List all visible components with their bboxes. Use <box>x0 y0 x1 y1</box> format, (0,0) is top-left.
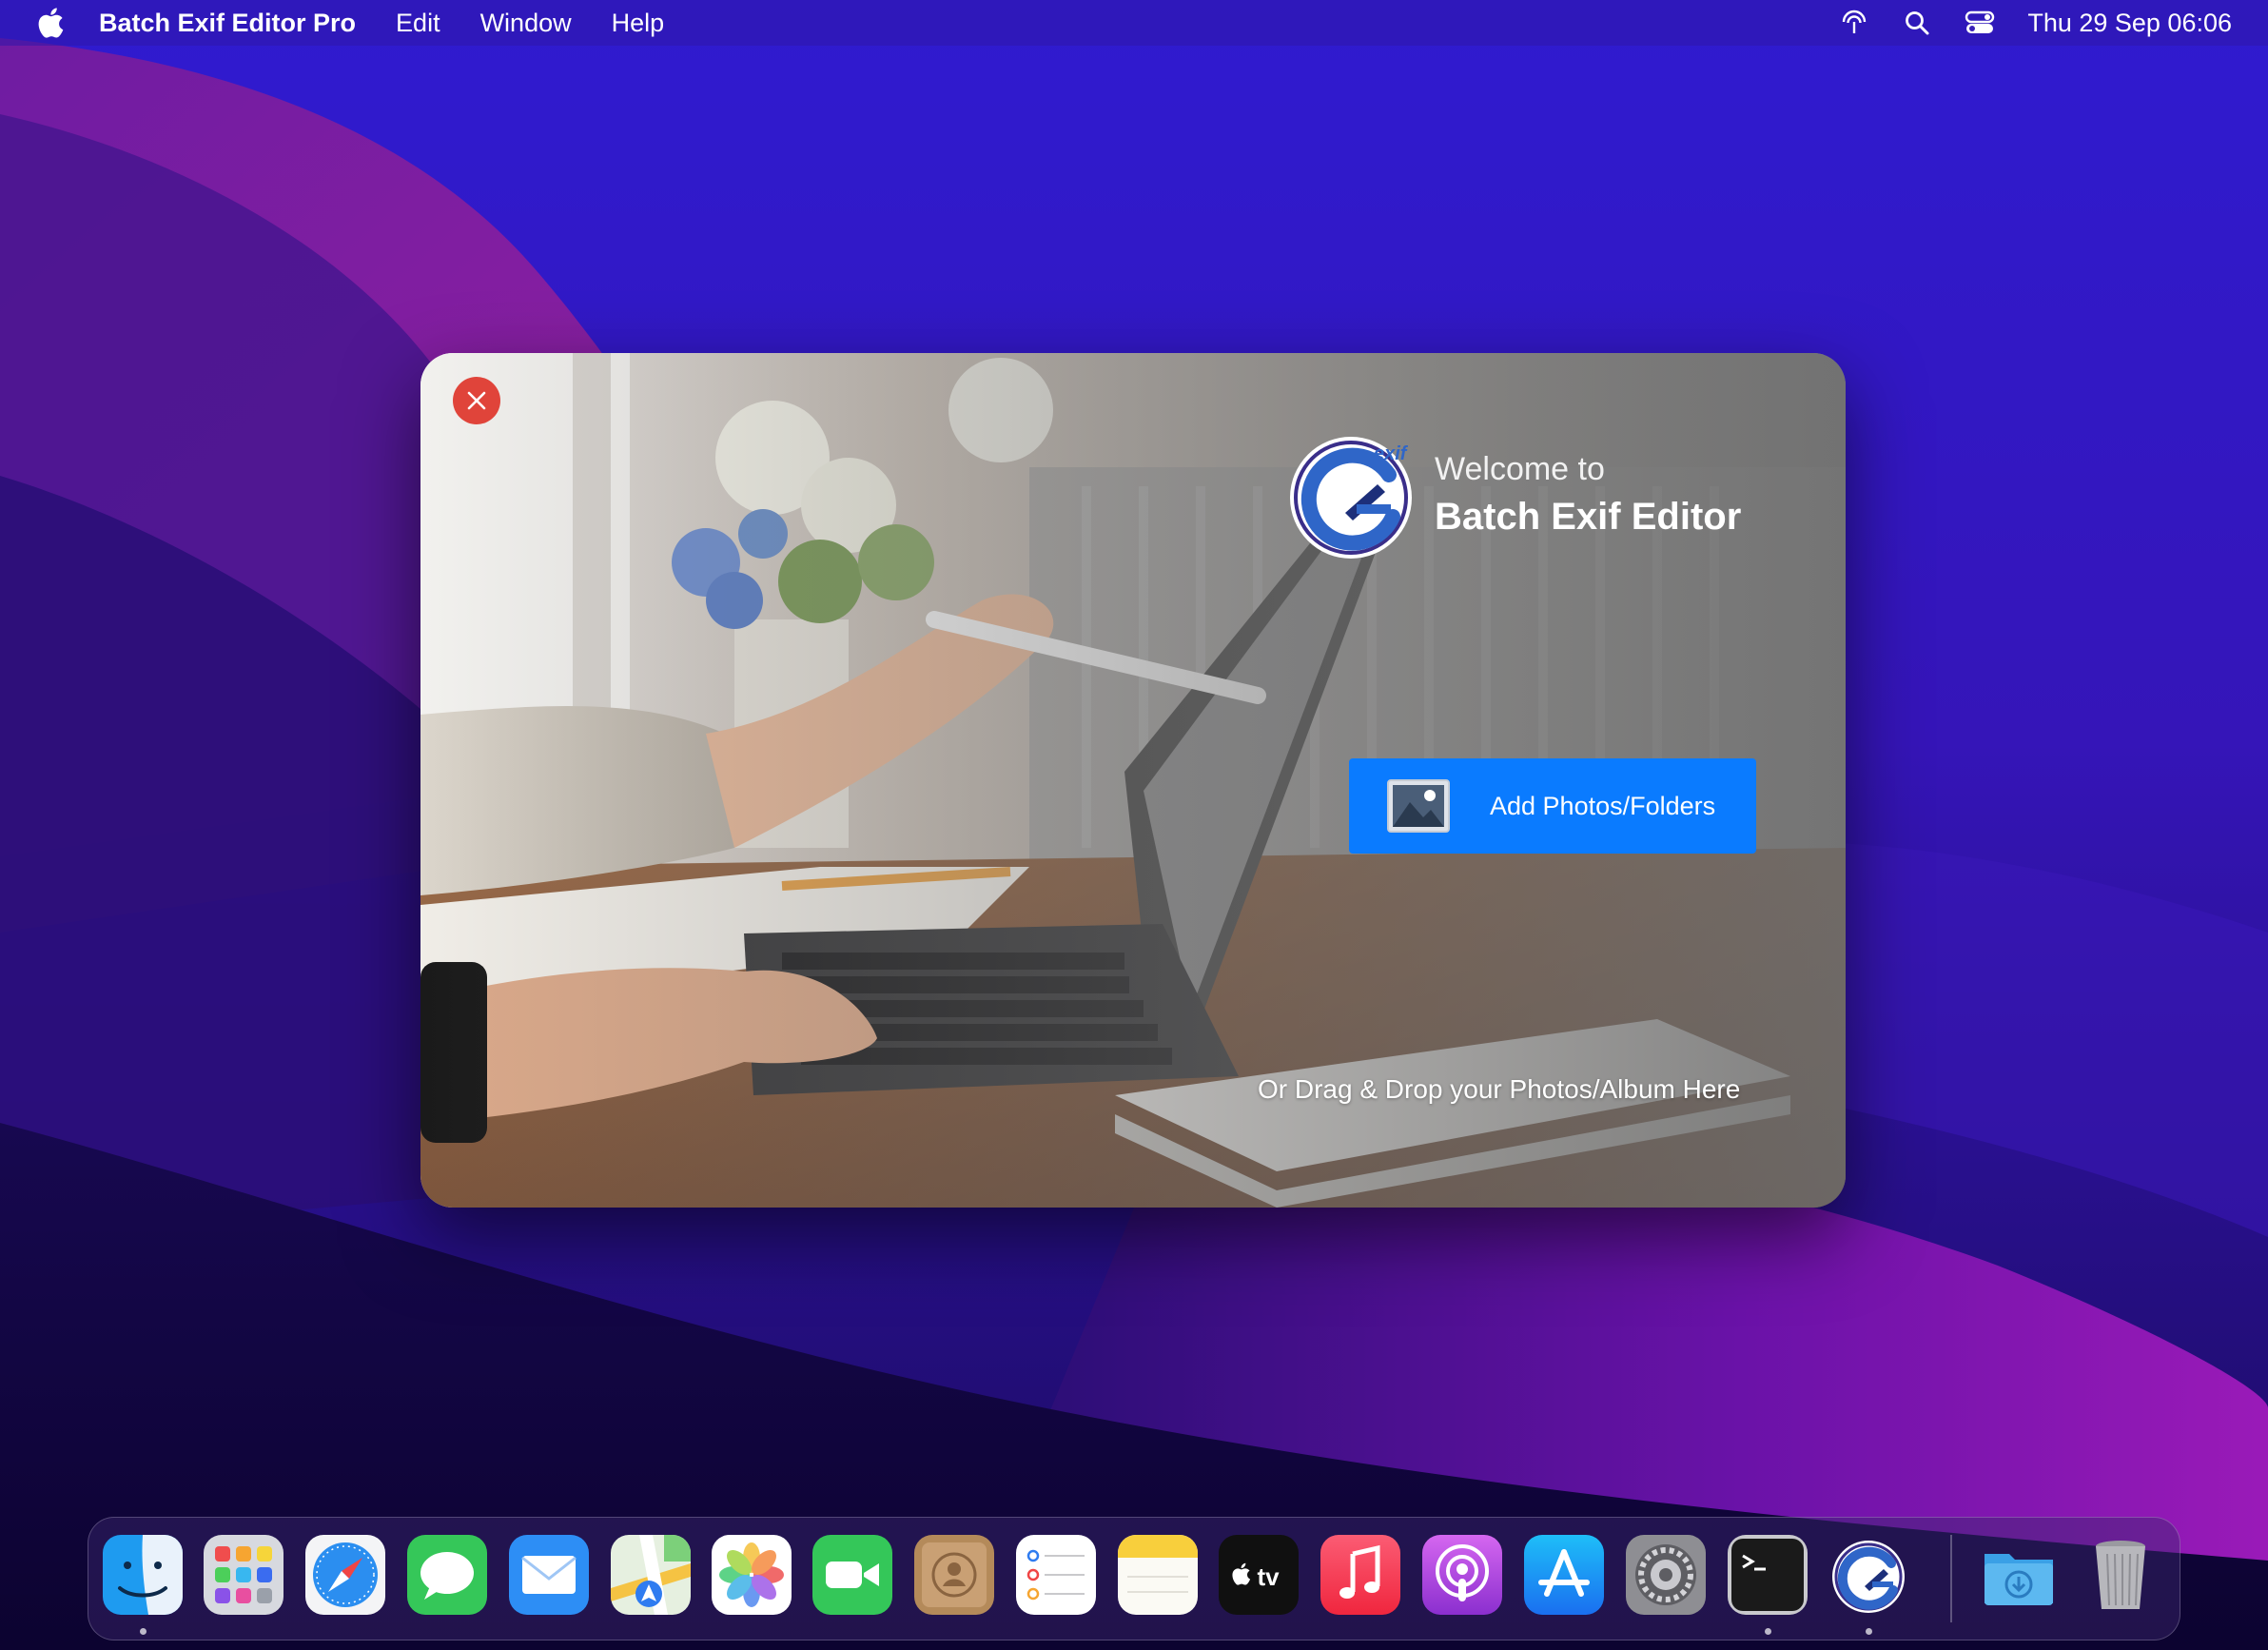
launchpad-icon <box>204 1535 284 1615</box>
dock-item-reminders[interactable] <box>1016 1535 1096 1615</box>
dock-item-photos[interactable] <box>712 1535 792 1615</box>
dock-item-terminal[interactable] <box>1728 1535 1808 1615</box>
svg-text:tv: tv <box>1257 1562 1280 1591</box>
maps-icon <box>611 1535 691 1615</box>
menu-bar-clock[interactable]: Thu 29 Sep 06:06 <box>2027 9 2232 38</box>
reminders-icon <box>1016 1535 1096 1615</box>
add-photos-folders-button[interactable]: Add Photos/Folders <box>1349 758 1756 854</box>
dock-running-indicator <box>1765 1628 1771 1635</box>
welcome-window: exif Welcome to Batch Exif Editor Add Ph… <box>420 353 1846 1208</box>
downloads-folder-icon <box>1984 1554 2053 1605</box>
menu-bar: Batch Exif Editor Pro Edit Window Help T… <box>0 0 2268 46</box>
dock-item-batch-exif-editor[interactable] <box>1828 1535 1908 1615</box>
svg-text:exif: exif <box>1374 443 1409 464</box>
dock-item-maps[interactable] <box>611 1535 691 1615</box>
welcome-app-title: Batch Exif Editor <box>1435 496 1742 538</box>
terminal-icon <box>1728 1535 1808 1615</box>
close-button[interactable] <box>453 377 500 424</box>
music-icon <box>1320 1535 1400 1615</box>
dock-item-downloads[interactable] <box>1979 1535 2059 1615</box>
dock-item-music[interactable] <box>1320 1535 1400 1615</box>
messages-icon <box>407 1535 487 1615</box>
dock-running-indicator <box>140 1628 147 1635</box>
photos-icon <box>712 1535 792 1615</box>
close-icon <box>467 391 486 410</box>
add-photos-folders-label: Add Photos/Folders <box>1490 791 1716 820</box>
dock-item-trash[interactable] <box>2081 1535 2160 1615</box>
menu-window[interactable]: Window <box>480 9 572 38</box>
contacts-icon <box>914 1535 994 1615</box>
apple-tv-icon: tv <box>1219 1535 1299 1615</box>
airdrop-icon[interactable] <box>1839 8 1869 38</box>
menu-edit[interactable]: Edit <box>396 9 440 38</box>
facetime-icon <box>812 1535 892 1615</box>
dock-item-notes[interactable] <box>1118 1535 1198 1615</box>
dock-item-tv[interactable]: tv <box>1219 1535 1299 1615</box>
dock-running-indicator <box>1866 1628 1872 1635</box>
dock-item-contacts[interactable] <box>914 1535 994 1615</box>
dock-item-system-preferences[interactable] <box>1626 1535 1706 1615</box>
podcasts-icon <box>1422 1535 1502 1615</box>
safari-icon <box>305 1535 385 1615</box>
control-center-icon[interactable] <box>1965 8 1995 38</box>
spotlight-search-icon[interactable] <box>1902 8 1932 38</box>
dock-item-safari[interactable] <box>305 1535 385 1615</box>
dock-item-mail[interactable] <box>509 1535 589 1615</box>
welcome-heading-small: Welcome to <box>1435 451 1605 487</box>
dock-separator <box>1950 1535 1952 1622</box>
dock-item-finder[interactable] <box>103 1535 183 1615</box>
apple-logo-icon[interactable] <box>36 7 65 39</box>
drag-drop-hint: Or Drag & Drop your Photos/Album Here <box>1258 1074 1741 1104</box>
system-preferences-icon <box>1626 1535 1706 1615</box>
mail-icon <box>509 1535 589 1615</box>
desktop: Batch Exif Editor Pro Edit Window Help T… <box>0 0 2268 1650</box>
trash-icon <box>2096 1541 2145 1609</box>
app-store-icon <box>1524 1535 1604 1615</box>
image-icon <box>1387 779 1450 833</box>
dock-item-messages[interactable] <box>407 1535 487 1615</box>
menu-help[interactable]: Help <box>612 9 665 38</box>
dock-item-app-store[interactable] <box>1524 1535 1604 1615</box>
notes-icon <box>1118 1535 1198 1615</box>
menu-app-name[interactable]: Batch Exif Editor Pro <box>99 9 356 38</box>
batch-exif-editor-icon <box>1832 1541 1905 1613</box>
batch-exif-editor-logo: exif <box>1290 437 1412 559</box>
dock-item-launchpad[interactable] <box>204 1535 284 1615</box>
dock: tv <box>88 1517 2180 1640</box>
dock-item-facetime[interactable] <box>812 1535 892 1615</box>
dock-item-podcasts[interactable] <box>1422 1535 1502 1615</box>
finder-icon <box>103 1535 183 1615</box>
welcome-brand: exif Welcome to Batch Exif Editor <box>1286 429 1741 562</box>
menu-bar-status-area: Thu 29 Sep 06:06 <box>1807 0 2232 46</box>
